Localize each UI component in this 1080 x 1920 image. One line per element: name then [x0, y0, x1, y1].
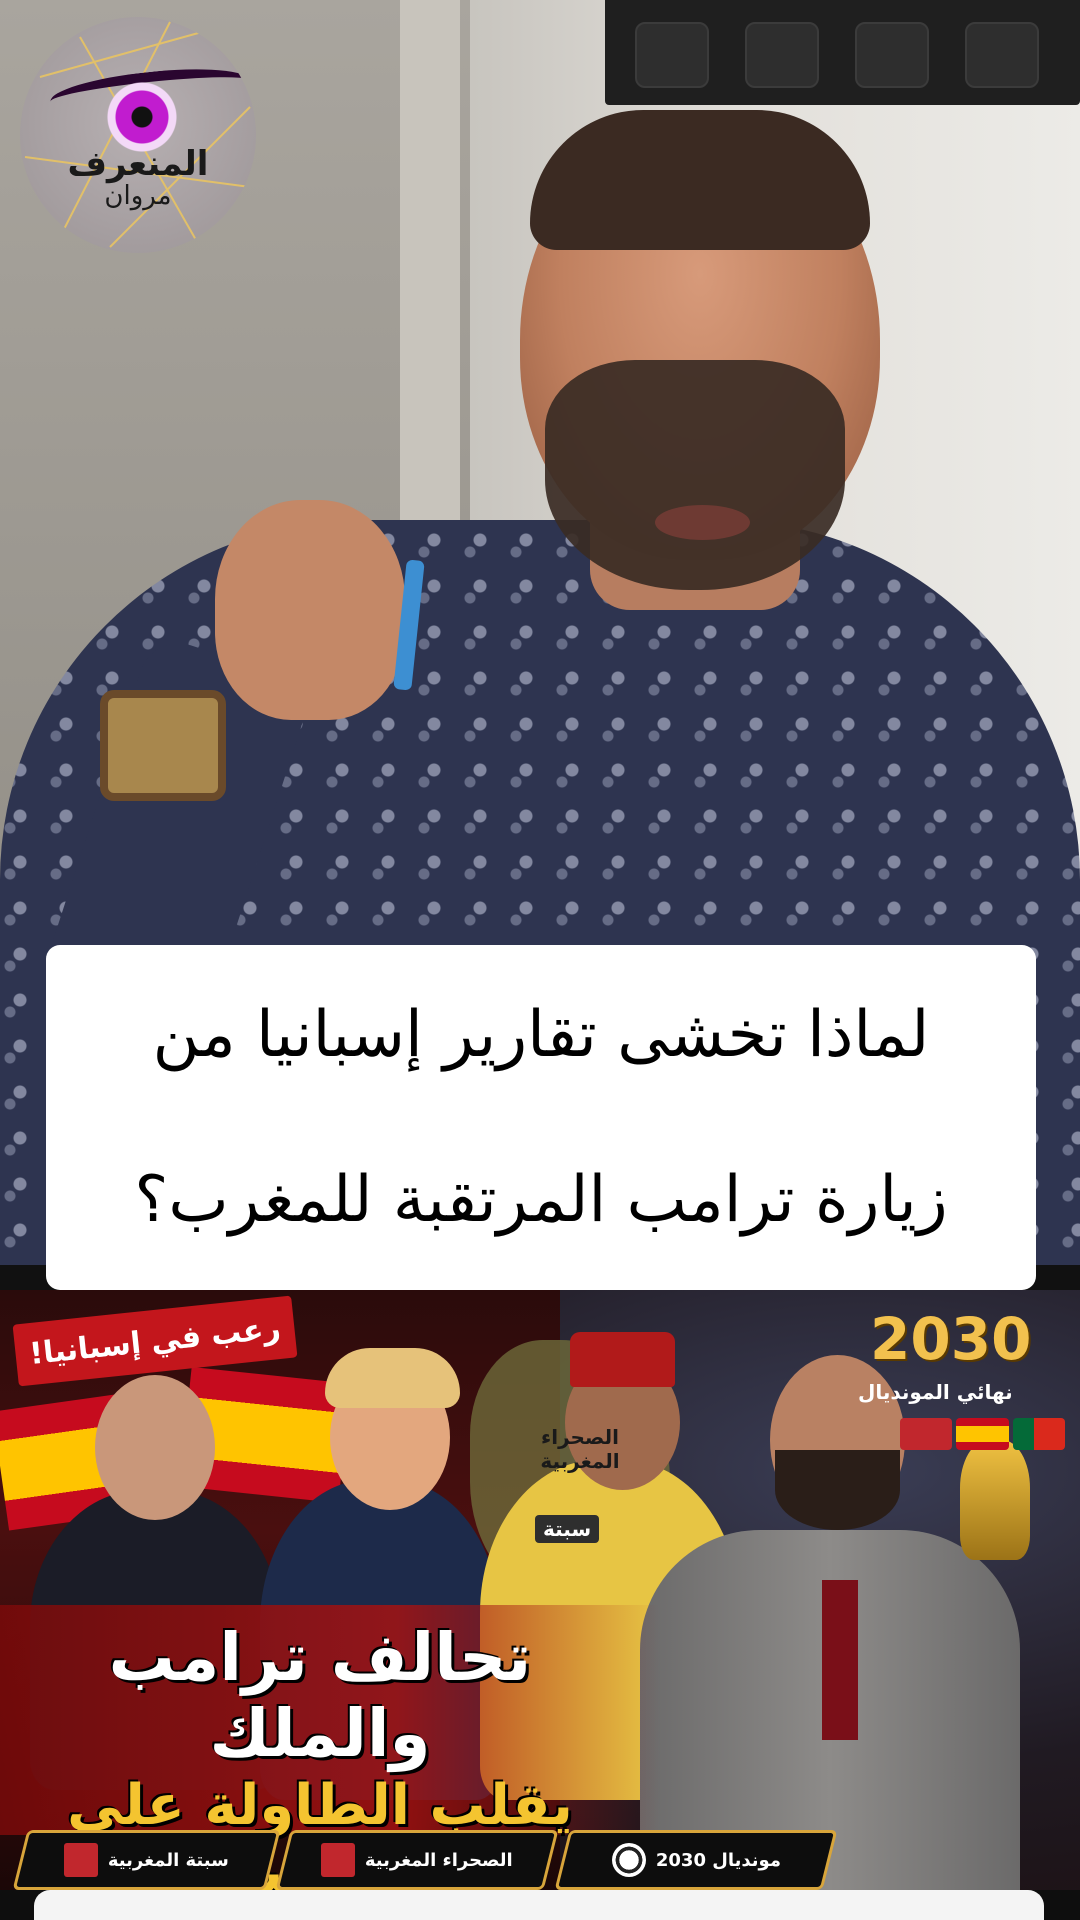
- chip-ceuta: سبتة المغربية: [12, 1830, 281, 1890]
- portugal-flag-icon: [1012, 1418, 1065, 1450]
- door-frame: [400, 0, 460, 560]
- host-flags: [900, 1418, 1065, 1450]
- logo-title: المنعرف: [67, 143, 209, 184]
- logo-subtitle: مروان: [104, 181, 172, 212]
- fez-hat-icon: [570, 1332, 675, 1387]
- fear-tag-text: رعب في إسبانيا!: [27, 1310, 283, 1372]
- morocco-flag-icon: [900, 1418, 953, 1450]
- socket-icon: [965, 22, 1039, 88]
- video-caption-box: لماذا تخشى تقارير إسبانيا من زيارة ترامب…: [46, 945, 1036, 1290]
- eye-icon: [82, 82, 202, 152]
- channel-logo: المنعرف مروان: [20, 17, 256, 253]
- world-cup-trophy-icon: [960, 1440, 1030, 1560]
- caption-line-1: لماذا تخشى تقارير إسبانيا من: [152, 997, 930, 1072]
- speaker-beard: [545, 360, 845, 590]
- wristwatch-icon: [100, 690, 226, 801]
- speaker-hair: [530, 110, 870, 250]
- chip-label: الصحراء المغربية: [365, 1849, 514, 1871]
- chip-sahara: الصحراء المغربية: [275, 1830, 560, 1890]
- morocco-flag-icon: [64, 1843, 99, 1877]
- socket-icon: [635, 22, 709, 88]
- speaker-mouth: [655, 505, 750, 540]
- morocco-flag-icon: [321, 1843, 356, 1877]
- headline-line-1: تحالف ترامب والملك: [108, 1619, 532, 1772]
- topic-chip-bar: مونديال 2030 الصحراء المغربية سبتة المغر…: [12, 1830, 1060, 1890]
- power-socket-strip: [605, 0, 1080, 105]
- caption-line-2: زيارة ترامب المرتقبة للمغرب؟: [134, 1162, 948, 1237]
- chip-label: سبتة المغربية: [108, 1849, 230, 1871]
- person-left-head: [95, 1375, 215, 1520]
- socket-icon: [745, 22, 819, 88]
- socket-icon: [855, 22, 929, 88]
- bottom-sheet-edge: [0, 1890, 1080, 1920]
- spain-flag-icon: [956, 1418, 1009, 1450]
- chip-label: مونديال 2030: [655, 1849, 781, 1871]
- bottom-sheet-handle: [34, 1890, 1044, 1920]
- presenter-beard: [775, 1450, 900, 1530]
- chip-world-cup: مونديال 2030: [554, 1830, 838, 1890]
- presenter-tie: [822, 1580, 858, 1740]
- speaker-hand: [215, 500, 405, 720]
- year-tag: 2030: [870, 1305, 1032, 1373]
- world-cup-final-label: نهائي المونديال: [858, 1380, 1013, 1404]
- person-center-hair: [325, 1348, 460, 1408]
- football-icon: [611, 1843, 646, 1877]
- video-thumbnail: 2030 نهائي المونديال رعب في إسبانيا! الص…: [0, 1290, 1080, 1890]
- city-label: سبتة: [535, 1515, 600, 1543]
- map-label: الصحراء المغربية: [540, 1425, 620, 1473]
